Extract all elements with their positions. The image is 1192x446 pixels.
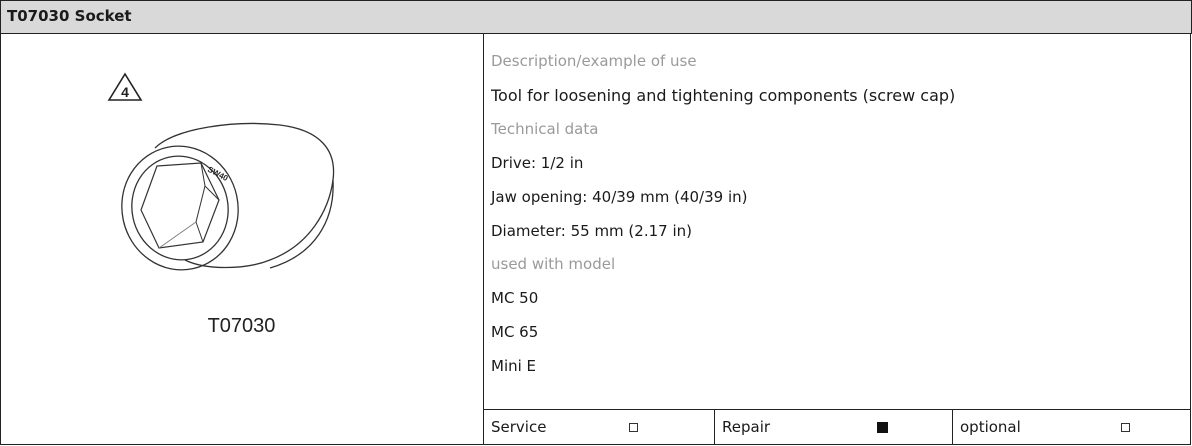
service-checkbox[interactable] [629, 423, 638, 432]
technical-diameter: Diameter: 55 mm (2.17 in) [491, 222, 692, 240]
technical-drive: Drive: 1/2 in [491, 154, 584, 172]
repair-cell: Repair [714, 410, 952, 445]
optional-cell: optional [952, 410, 1191, 445]
model-item: MC 50 [491, 289, 539, 307]
service-cell: Service [484, 410, 714, 445]
technical-jaw-opening: Jaw opening: 40/39 mm (40/39 in) [491, 188, 748, 206]
title-bar: T07030 Socket [0, 0, 1192, 34]
description-heading: Description/example of use [491, 52, 697, 70]
model-item: MC 65 [491, 323, 539, 341]
warning-badge-text: 4 [121, 84, 129, 100]
socket-icon [121, 122, 335, 271]
models-heading: used with model [491, 255, 616, 273]
repair-checkbox[interactable] [877, 422, 888, 433]
service-label: Service [491, 418, 547, 436]
socket-illustration: 4 SW40 [107, 72, 335, 271]
optional-checkbox[interactable] [1121, 423, 1130, 432]
technical-heading: Technical data [491, 120, 599, 138]
model-item: Mini E [491, 357, 537, 375]
category-footer: Service Repair optional [484, 409, 1191, 445]
warning-triangle-icon: 4 [107, 72, 143, 101]
card-title: T07030 Socket [7, 7, 132, 25]
image-cell: 4 SW40 T07030 [0, 34, 483, 445]
repair-label: Repair [722, 418, 771, 436]
description-text: Tool for loosening and tightening compon… [491, 86, 956, 105]
optional-label: optional [960, 418, 1021, 436]
part-number-label: T07030 [207, 315, 276, 337]
details-cell: Description/example of use Tool for loos… [484, 34, 1191, 410]
